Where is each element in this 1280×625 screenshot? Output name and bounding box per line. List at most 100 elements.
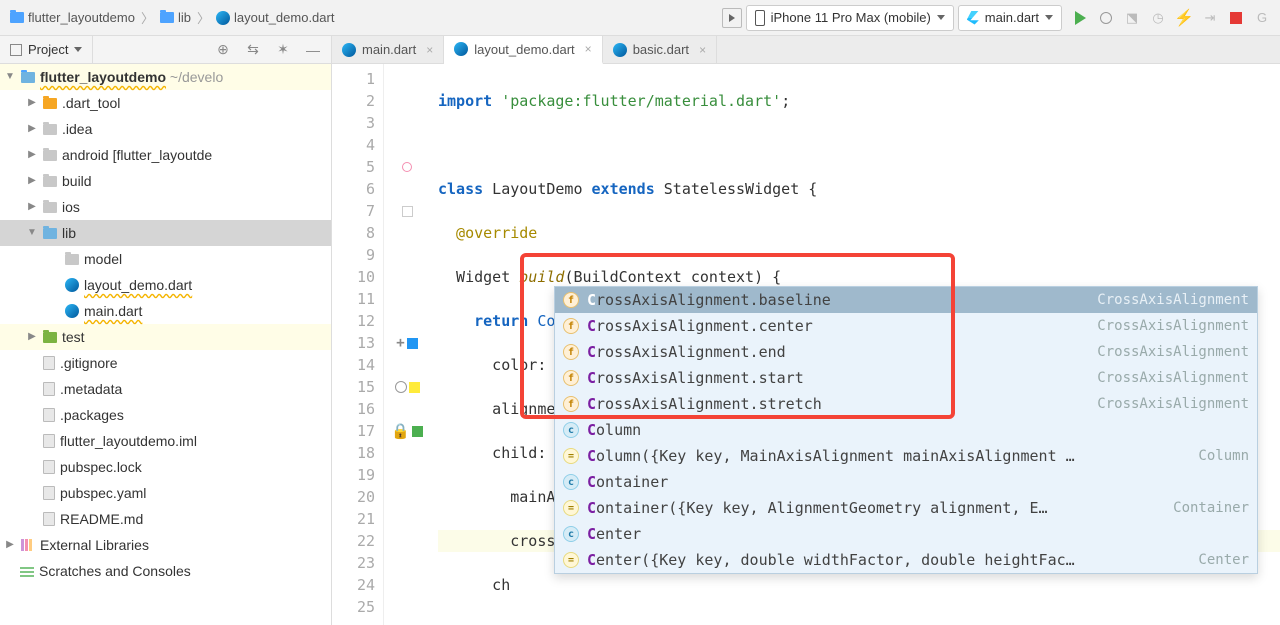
project-tree: ▼ flutter_layoutdemo ~/develo ▶.dart_too… xyxy=(0,64,331,584)
project-panel-selector[interactable]: Project xyxy=(0,36,93,63)
chevron-down-icon: ▼ xyxy=(26,220,38,246)
completion-item[interactable]: fCrossAxisAlignment.baselineCrossAxisAli… xyxy=(555,287,1257,313)
tab-layout-demo[interactable]: layout_demo.dart × xyxy=(444,36,602,64)
tree-item[interactable]: layout_demo.dart xyxy=(0,272,331,298)
line-number: 25 xyxy=(332,596,375,618)
profile-button[interactable]: ◷ xyxy=(1150,10,1166,26)
completion-item[interactable]: fCrossAxisAlignment.stretchCrossAxisAlig… xyxy=(555,391,1257,417)
tab-basic[interactable]: basic.dart × xyxy=(603,36,717,63)
completion-item[interactable]: cColumn xyxy=(555,417,1257,443)
tree-item[interactable]: ▼lib xyxy=(0,220,331,246)
tree-item[interactable]: ▶android [flutter_layoutde xyxy=(0,142,331,168)
breadcrumb-project[interactable]: flutter_layoutdemo xyxy=(10,10,135,25)
tree-item[interactable]: README.md xyxy=(0,506,331,532)
play-icon xyxy=(729,14,735,22)
folder-icon xyxy=(10,12,24,23)
chevron-down-icon xyxy=(74,47,82,52)
tab-main[interactable]: main.dart × xyxy=(332,36,444,63)
debug-button[interactable] xyxy=(1098,10,1114,26)
tree-item[interactable]: .packages xyxy=(0,402,331,428)
run-config-selector[interactable]: main.dart xyxy=(958,5,1062,31)
completion-item[interactable]: = Center({Key key, double widthFactor, do… xyxy=(555,547,1257,573)
tree-item-label: .packages xyxy=(60,402,124,428)
locate-icon[interactable]: ⊕ xyxy=(215,41,231,58)
file-icon xyxy=(43,408,55,422)
top-toolbar: flutter_layoutdemo 〉 lib 〉 layout_demo.d… xyxy=(0,0,1280,36)
line-number: 20 xyxy=(332,486,375,508)
tree-item-label: .idea xyxy=(62,116,92,142)
completion-label: Container({Key key, AlignmentGeometry al… xyxy=(587,499,1165,517)
run-target-button[interactable] xyxy=(722,8,742,28)
tree-item[interactable]: ▶.dart_tool xyxy=(0,90,331,116)
completion-kind-icon: = xyxy=(563,552,579,568)
folder-grey-icon xyxy=(65,254,79,265)
tree-item[interactable]: ▶.idea xyxy=(0,116,331,142)
expand-icon[interactable]: ⇆ xyxy=(245,41,261,58)
external-libraries[interactable]: ▶ External Libraries xyxy=(0,532,331,558)
completion-type: Column xyxy=(1198,448,1249,464)
minimize-icon[interactable]: — xyxy=(305,42,321,58)
tree-item[interactable]: .metadata xyxy=(0,376,331,402)
close-icon[interactable]: × xyxy=(585,42,592,56)
completion-label: Center({Key key, double widthFactor, dou… xyxy=(587,551,1190,569)
run-button[interactable] xyxy=(1072,10,1088,26)
attach-button[interactable]: ⇥ xyxy=(1202,10,1218,26)
line-number: 24 xyxy=(332,574,375,596)
git-button[interactable]: G xyxy=(1254,10,1270,26)
completion-label: CrossAxisAlignment.center xyxy=(587,317,1089,335)
tree-item[interactable]: ▶test xyxy=(0,324,331,350)
completion-item[interactable]: cContainer xyxy=(555,469,1257,495)
tree-item[interactable]: ▶build xyxy=(0,168,331,194)
tree-item-label: layout_demo.dart xyxy=(84,272,192,298)
tree-item[interactable]: model xyxy=(0,246,331,272)
completion-item[interactable]: fCrossAxisAlignment.endCrossAxisAlignmen… xyxy=(555,339,1257,365)
completion-item[interactable]: cCenter xyxy=(555,521,1257,547)
dart-icon xyxy=(613,43,627,57)
tree-item[interactable]: flutter_layoutdemo.iml xyxy=(0,428,331,454)
completion-kind-icon: f xyxy=(563,292,579,308)
tree-item[interactable]: pubspec.yaml xyxy=(0,480,331,506)
tree-item-label: test xyxy=(62,324,85,350)
completion-type: CrossAxisAlignment xyxy=(1097,292,1249,308)
tree-item[interactable]: main.dart xyxy=(0,298,331,324)
code-completion-popup[interactable]: fCrossAxisAlignment.baselineCrossAxisAli… xyxy=(554,286,1258,574)
play-icon xyxy=(1075,11,1086,25)
completion-item[interactable]: fCrossAxisAlignment.centerCrossAxisAlign… xyxy=(555,313,1257,339)
stop-button[interactable] xyxy=(1228,10,1244,26)
tree-item-label: pubspec.yaml xyxy=(60,480,146,506)
device-selector[interactable]: iPhone 11 Pro Max (mobile) xyxy=(746,5,954,31)
line-number: 12 xyxy=(332,310,375,332)
libraries-icon xyxy=(21,539,35,551)
breadcrumb-folder[interactable]: lib xyxy=(160,10,191,25)
folder-green-icon xyxy=(43,332,57,343)
project-label: Project xyxy=(28,42,68,57)
color-swatch-icon xyxy=(409,382,420,393)
completion-item[interactable]: =Container({Key key, AlignmentGeometry a… xyxy=(555,495,1257,521)
breadcrumb-file[interactable]: layout_demo.dart xyxy=(216,10,334,25)
folder-grey-icon xyxy=(43,176,57,187)
scratches-consoles[interactable]: Scratches and Consoles xyxy=(0,558,331,584)
tree-item[interactable]: .gitignore xyxy=(0,350,331,376)
chevron-down-icon: ▼ xyxy=(4,64,16,90)
close-icon[interactable]: × xyxy=(426,43,433,57)
line-number: 9 xyxy=(332,244,375,266)
completion-item[interactable]: fCrossAxisAlignment.startCrossAxisAlignm… xyxy=(555,365,1257,391)
line-number: 4 xyxy=(332,134,375,156)
device-label: iPhone 11 Pro Max (mobile) xyxy=(771,10,931,25)
stop-icon xyxy=(1230,12,1242,24)
close-icon[interactable]: × xyxy=(699,43,706,57)
completion-item[interactable]: =Column({Key key, MainAxisAlignment main… xyxy=(555,443,1257,469)
color-swatch-icon xyxy=(407,338,418,349)
completion-kind-icon: c xyxy=(563,474,579,490)
line-number: 2 xyxy=(332,90,375,112)
line-number: 22 xyxy=(332,530,375,552)
tree-item[interactable]: ▶ios xyxy=(0,194,331,220)
line-gutter: 1234567891011121314151617181920212223242… xyxy=(332,64,384,625)
gear-icon[interactable]: ✶ xyxy=(275,41,291,58)
line-number: 6 xyxy=(332,178,375,200)
coverage-button[interactable]: ⬔ xyxy=(1124,10,1140,26)
line-number: 19 xyxy=(332,464,375,486)
tree-item[interactable]: pubspec.lock xyxy=(0,454,331,480)
tree-root[interactable]: ▼ flutter_layoutdemo ~/develo xyxy=(0,64,331,90)
hot-reload-button[interactable]: ⚡ xyxy=(1176,10,1192,26)
